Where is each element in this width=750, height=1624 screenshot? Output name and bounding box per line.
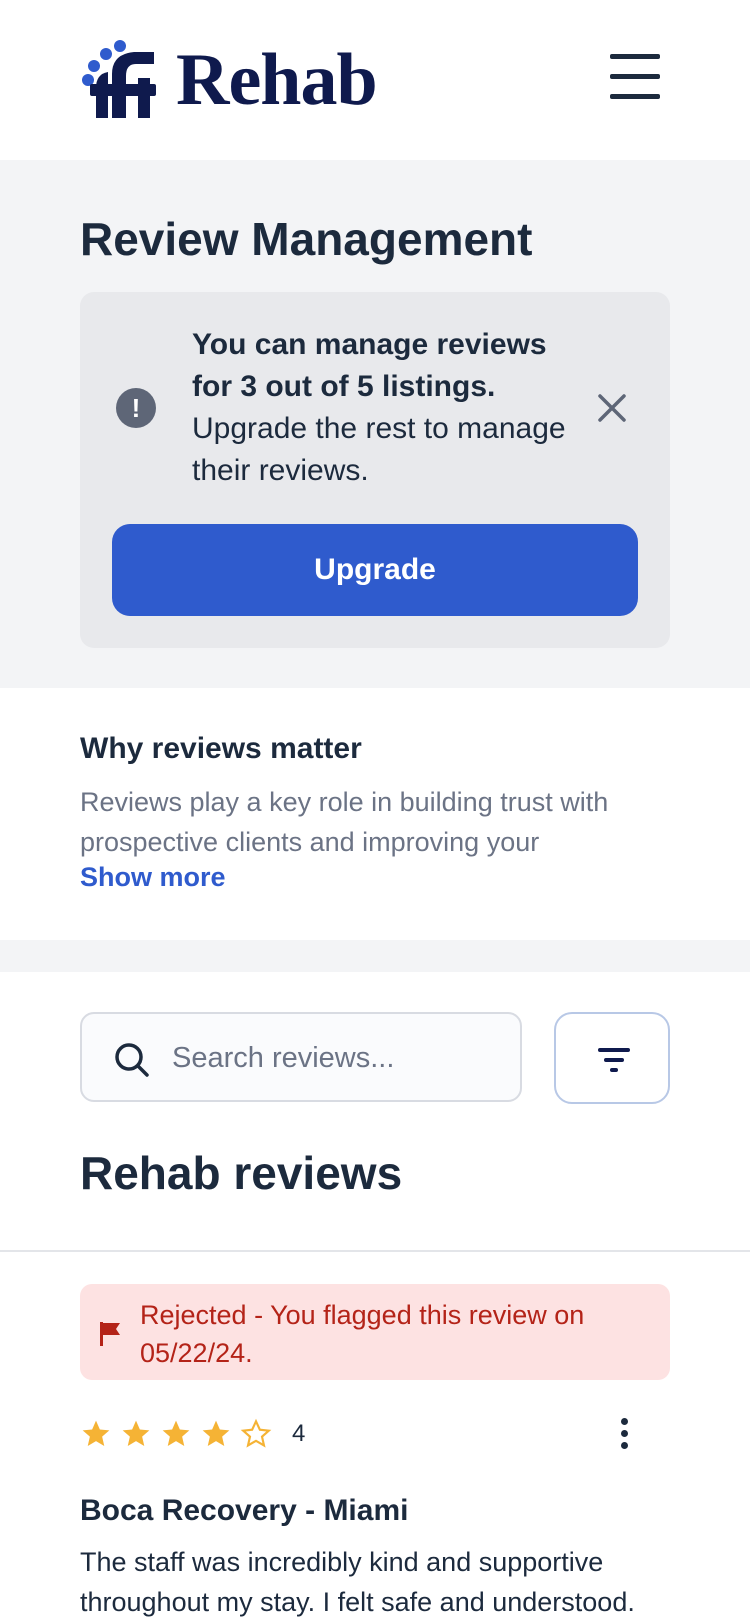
show-more-link[interactable]: Show more (80, 862, 226, 893)
star-filled-icon (122, 1420, 150, 1446)
why-reviews-title: Why reviews matter (80, 732, 362, 765)
page-title: Review Management (80, 213, 533, 265)
status-text: Rejected - You flagged this review on 05… (140, 1300, 585, 1368)
reviews-title: Rehab reviews (80, 1147, 403, 1199)
status-badge: Rejected - You flagged this review on 05… (80, 1284, 670, 1380)
star-filled-icon (202, 1420, 230, 1446)
search-icon (115, 1043, 149, 1077)
star-filled-icon (82, 1420, 110, 1446)
close-icon[interactable] (594, 390, 630, 426)
star-filled-icon (162, 1420, 190, 1446)
hamburger-menu-button[interactable] (610, 54, 666, 104)
notice-text: Upgrade the rest to manage their reviews… (192, 412, 566, 487)
more-options-button[interactable] (612, 1418, 636, 1454)
app-header: Rehab (0, 0, 750, 160)
why-reviews-section: Why reviews matter Reviews play a key ro… (0, 688, 750, 940)
search-box[interactable] (80, 1012, 522, 1102)
why-reviews-body: Reviews play a key role in building trus… (80, 787, 609, 857)
facility-name: Boca Recovery - Miami (80, 1494, 409, 1527)
notice-message: You can manage reviews for 3 out of 5 li… (192, 324, 582, 492)
brand-logo[interactable]: Rehab (82, 39, 378, 121)
review-rating: 4 (80, 1418, 305, 1450)
kebab-icon (620, 1418, 628, 1425)
section-divider (0, 940, 750, 972)
review-management-section: Review Management ! You can manage revie… (0, 160, 750, 688)
upgrade-notice: ! You can manage reviews for 3 out of 5 … (80, 292, 670, 648)
alert-icon: ! (116, 388, 156, 428)
filter-icon (598, 1048, 630, 1072)
hamburger-icon (610, 54, 660, 59)
star-empty-icon (240, 1418, 272, 1448)
logo-mark-icon (82, 40, 156, 118)
notice-bold-text: You can manage reviews for 3 out of 5 li… (192, 328, 547, 403)
brand-name: Rehab (176, 39, 378, 121)
upgrade-button[interactable]: Upgrade (112, 524, 638, 616)
search-input[interactable] (172, 1034, 502, 1082)
rating-value: 4 (292, 1420, 306, 1447)
review-text: The staff was incredibly kind and suppor… (80, 1547, 635, 1617)
flag-icon (100, 1322, 120, 1346)
filter-button[interactable] (554, 1012, 670, 1104)
divider (0, 1250, 750, 1252)
